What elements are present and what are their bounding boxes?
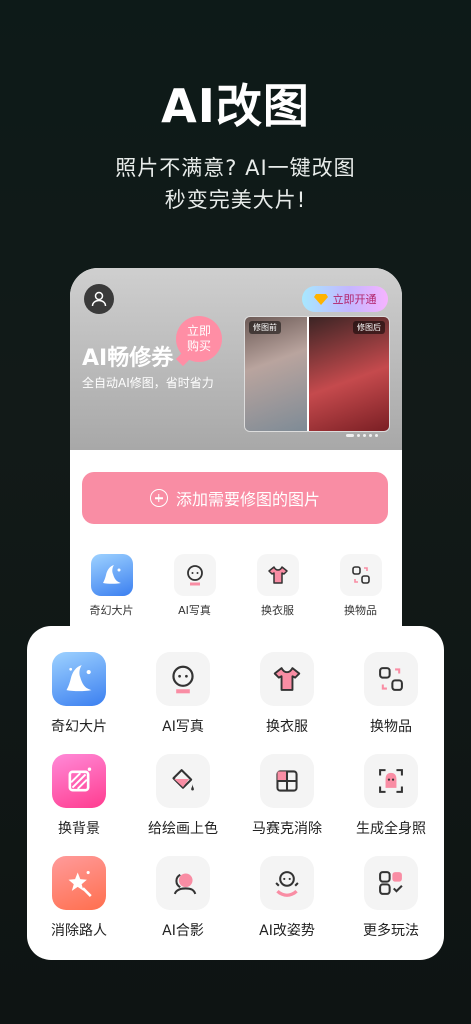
tool-label: 马赛克消除 — [252, 821, 322, 837]
tool-ai-pose[interactable]: AI改姿势 — [235, 856, 339, 940]
swap-objects-icon — [339, 554, 382, 596]
tool-ai-portrait[interactable]: AI写真 — [131, 652, 235, 736]
tshirt-icon — [256, 554, 299, 596]
tool-mosaic-removal[interactable]: 马赛克消除 — [235, 754, 339, 838]
tools-card: 奇幻大片 AI写真 换衣服 换物品 换背景 给绘画上色 马赛克消除 生成全身照 … — [27, 626, 444, 960]
tool-change-clothes[interactable]: 换衣服 — [235, 652, 339, 736]
tool-label: 消除路人 — [51, 923, 107, 939]
mini-tool-label: 换物品 — [344, 604, 377, 617]
tool-fantasy[interactable]: 奇幻大片 — [27, 652, 131, 736]
more-apps-icon — [364, 856, 418, 910]
wizard-hat-icon — [90, 554, 133, 596]
swap-objects-icon — [364, 652, 418, 706]
carousel-dots — [346, 434, 378, 437]
tool-label: 换背景 — [58, 821, 100, 837]
wizard-hat-icon — [52, 652, 106, 706]
portrait-icon — [156, 652, 210, 706]
mini-tool-label: 换衣服 — [261, 604, 294, 617]
mosaic-icon — [260, 754, 314, 808]
tool-more[interactable]: 更多玩法 — [339, 856, 443, 940]
tool-label: AI改姿势 — [259, 923, 315, 939]
portrait-icon — [173, 554, 216, 596]
hero-title: AI改图 — [161, 79, 310, 133]
tool-label: 换衣服 — [266, 719, 308, 735]
plus-circle-icon — [149, 489, 168, 507]
avatar[interactable] — [84, 284, 114, 314]
banner-description: 全自动AI修图，省时省力 — [82, 376, 214, 390]
banner-title: AI畅修券 — [82, 346, 174, 371]
buy-now-label: 立即购买 — [186, 324, 211, 353]
tool-label: 奇幻大片 — [51, 719, 107, 735]
tshirt-icon — [260, 652, 314, 706]
tool-colorize[interactable]: 给绘画上色 — [131, 754, 235, 838]
tool-label: 给绘画上色 — [148, 821, 218, 837]
mini-tool-row: 奇幻大片 AI写真 换衣服 换物品 — [70, 554, 402, 618]
before-after-image: 修图前 修图后 — [244, 316, 390, 432]
tool-label: AI写真 — [162, 719, 204, 735]
mini-tool-swap-objects[interactable]: 换物品 — [326, 554, 396, 618]
mini-tool-label: 奇幻大片 — [89, 604, 134, 617]
tool-label: 换物品 — [370, 719, 412, 735]
tool-label: 更多玩法 — [363, 923, 419, 939]
vip-open-label: 立即开通 — [332, 293, 377, 306]
mini-tool-ai-portrait[interactable]: AI写真 — [160, 554, 230, 618]
tool-label: AI合影 — [162, 923, 204, 939]
magic-star-icon — [52, 856, 106, 910]
after-photo — [307, 317, 389, 431]
compare-divider — [307, 317, 309, 431]
full-body-scan-icon — [364, 754, 418, 808]
phone-preview: 立即开通 AI畅修券 立即购买 全自动AI修图，省时省力 修图前 修图后 添加需… — [70, 268, 402, 668]
hero-subtitle-2: 秒变完美大片! — [164, 188, 307, 212]
add-photo-button[interactable]: 添加需要修图的图片 — [82, 472, 388, 524]
user-icon — [91, 291, 107, 307]
diamond-icon — [313, 293, 328, 305]
before-photo — [245, 317, 307, 431]
tool-label: 生成全身照 — [356, 821, 426, 837]
tool-remove-passersby[interactable]: 消除路人 — [27, 856, 131, 940]
vip-open-button[interactable]: 立即开通 — [302, 286, 388, 312]
before-tag: 修图前 — [249, 321, 281, 334]
tool-full-body[interactable]: 生成全身照 — [339, 754, 443, 838]
mini-tool-fantasy[interactable]: 奇幻大片 — [77, 554, 147, 618]
after-tag: 修图后 — [353, 321, 385, 334]
buy-now-button[interactable]: 立即购买 — [176, 316, 222, 362]
add-photo-label: 添加需要修图的图片 — [175, 490, 320, 509]
promo-banner[interactable]: 立即开通 AI畅修券 立即购买 全自动AI修图，省时省力 修图前 修图后 — [70, 268, 402, 450]
group-photo-icon — [156, 856, 210, 910]
tool-ai-group-photo[interactable]: AI合影 — [131, 856, 235, 940]
pose-icon — [260, 856, 314, 910]
tool-change-background[interactable]: 换背景 — [27, 754, 131, 838]
tool-swap-objects[interactable]: 换物品 — [339, 652, 443, 736]
mini-tool-change-clothes[interactable]: 换衣服 — [243, 554, 313, 618]
hero-subtitle-1: 照片不满意? AI一键改图 — [115, 156, 356, 180]
paint-bucket-icon — [156, 754, 210, 808]
background-icon — [52, 754, 106, 808]
mini-tool-label: AI写真 — [178, 604, 211, 617]
